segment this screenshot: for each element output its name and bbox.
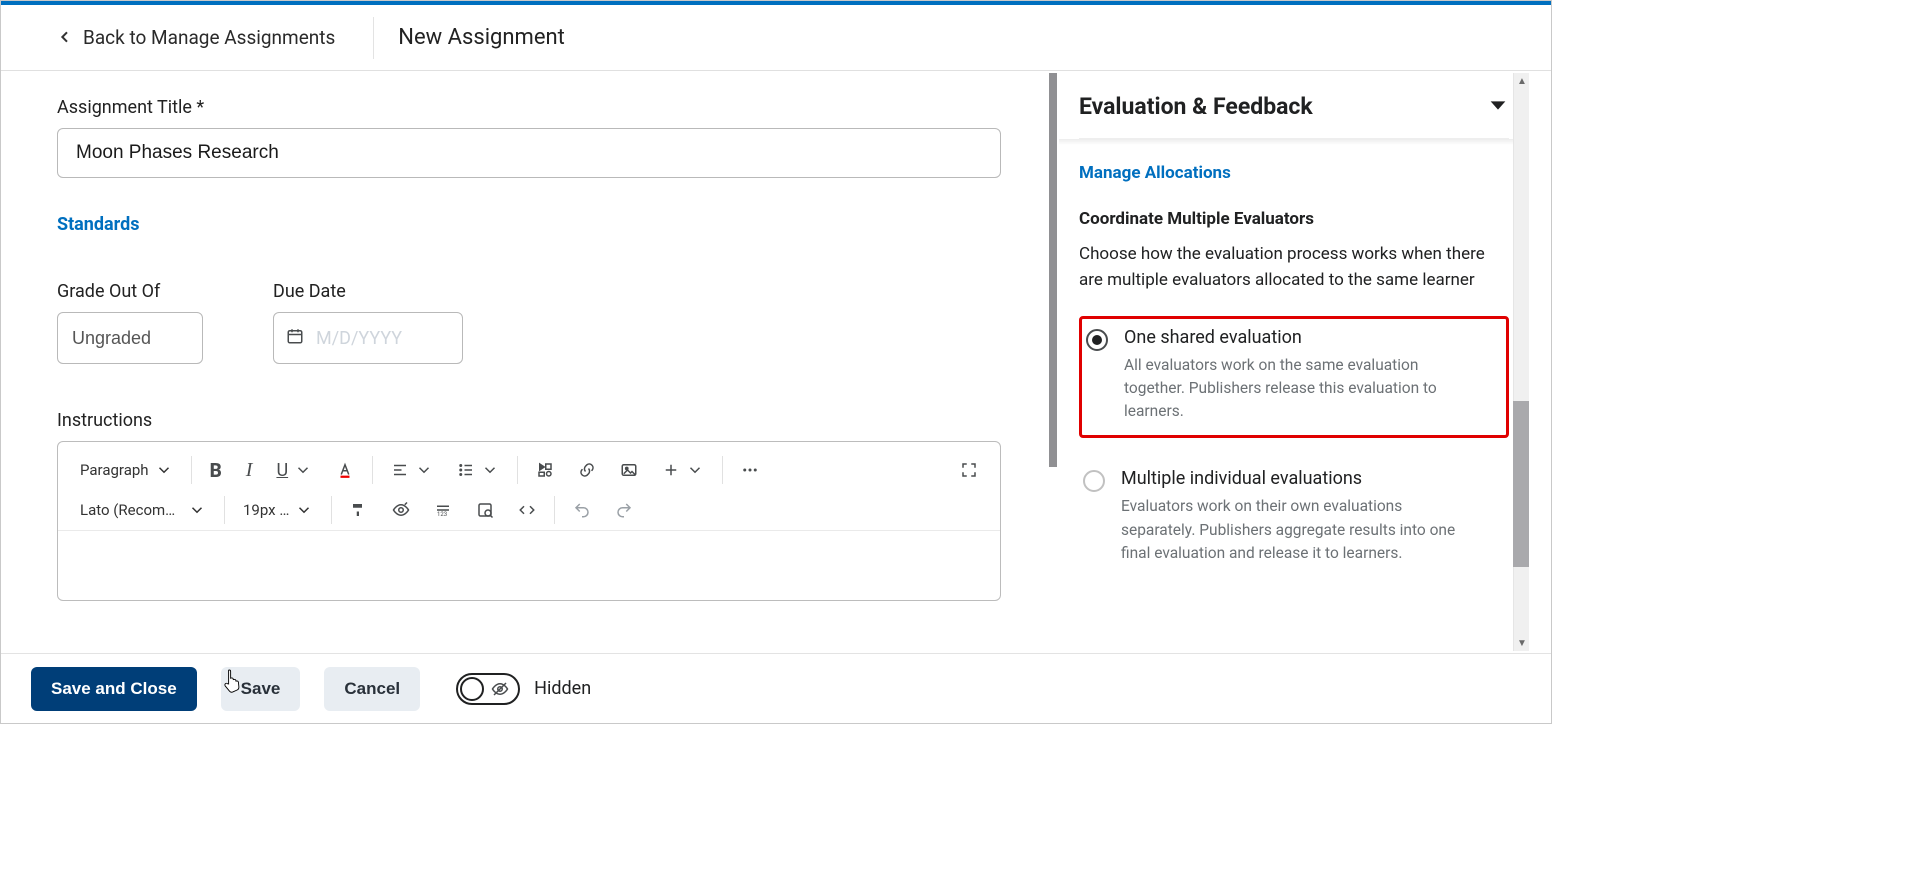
side-panel: ▲ ▼ Evaluation & Feedback Manage Allocat… [1059, 71, 1529, 653]
main-form-area: Assignment Title * Standards Grade Out O… [1, 71, 1059, 653]
rte-font-size-value: 19px … [243, 501, 289, 519]
cancel-button[interactable]: Cancel [324, 667, 420, 711]
radio-option-title: One shared evaluation [1124, 327, 1474, 348]
rte-bold-button[interactable]: B [198, 452, 234, 488]
assignment-title-label: Assignment Title * [57, 97, 1043, 118]
grade-input[interactable] [57, 312, 203, 364]
panel-title: Evaluation & Feedback [1079, 93, 1313, 120]
rte-underline-button[interactable]: U [264, 452, 324, 488]
rte-insert-more-button[interactable] [650, 452, 716, 488]
rte-list-button[interactable] [445, 452, 511, 488]
scroll-down-arrow-icon[interactable]: ▼ [1514, 635, 1530, 651]
side-scrollbar[interactable]: ▲ ▼ [1513, 73, 1529, 651]
grade-label: Grade Out Of [57, 281, 203, 302]
radio-option-title: Multiple individual evaluations [1121, 468, 1471, 489]
due-date-label: Due Date [273, 281, 463, 302]
collapse-panel-icon[interactable] [1487, 94, 1509, 120]
coordinate-heading: Coordinate Multiple Evaluators [1079, 209, 1509, 229]
toolbar-separator [517, 456, 518, 484]
toolbar-separator [191, 456, 192, 484]
radio-option-description: Evaluators work on their own evaluations… [1121, 495, 1471, 565]
page-header: Back to Manage Assignments New Assignmen… [1, 5, 1551, 71]
header-divider [373, 17, 374, 59]
rte-word-count-button[interactable]: 123 [422, 492, 464, 528]
toolbar-separator [331, 496, 332, 524]
hidden-eye-icon [491, 680, 509, 702]
rte-content-area[interactable] [58, 530, 1000, 600]
chevron-down-icon [294, 461, 312, 479]
chevron-down-icon [481, 461, 499, 479]
rte-align-button[interactable] [379, 452, 445, 488]
chevron-down-icon [155, 461, 173, 479]
save-and-close-button[interactable]: Save and Close [31, 667, 197, 711]
back-link[interactable]: Back to Manage Assignments [1, 5, 363, 70]
page-title: New Assignment [384, 25, 565, 50]
coordinate-description: Choose how the evaluation process works … [1079, 241, 1489, 294]
rte-redo-button[interactable] [603, 492, 645, 528]
main-scrollbar-thumb[interactable] [1049, 73, 1057, 467]
scroll-up-arrow-icon[interactable]: ▲ [1514, 73, 1530, 89]
rte-undo-button[interactable] [561, 492, 603, 528]
visibility-label: Hidden [534, 678, 591, 699]
toolbar-separator [554, 496, 555, 524]
save-button[interactable]: Save [221, 667, 301, 711]
chevron-down-icon [188, 501, 206, 519]
evaluation-mode-radio-group: One shared evaluation All evaluators wor… [1079, 316, 1509, 578]
rte-font-color-button[interactable] [324, 452, 366, 488]
chevron-down-icon [295, 501, 313, 519]
side-scrollbar-thumb[interactable] [1513, 401, 1529, 567]
radio-button-icon [1083, 470, 1105, 492]
radio-button-icon [1086, 329, 1108, 351]
toolbar-separator [224, 496, 225, 524]
rte-insert-stuff-button[interactable] [524, 452, 566, 488]
rte-fullscreen-button[interactable] [948, 452, 990, 488]
save-and-close-label: Save and Close [51, 679, 177, 698]
calendar-icon [286, 327, 304, 349]
rte-more-actions-button[interactable] [729, 452, 771, 488]
rte-font-family-value: Lato (Recom… [80, 501, 175, 519]
rte-block-format-dropdown[interactable]: Paragraph [68, 452, 185, 488]
due-date-input[interactable]: M/D/YYYY [273, 312, 463, 364]
instructions-label: Instructions [57, 410, 1043, 431]
back-link-label: Back to Manage Assignments [83, 26, 335, 49]
chevron-left-icon [57, 23, 73, 51]
toolbar-separator [722, 456, 723, 484]
standards-link[interactable]: Standards [57, 214, 139, 235]
toolbar-separator [372, 456, 373, 484]
footer-action-bar: Save and Close Save Cancel Hidden [1, 653, 1551, 723]
svg-text:123: 123 [437, 511, 447, 518]
main-scrollbar[interactable] [1049, 73, 1057, 467]
rte-image-button[interactable] [608, 452, 650, 488]
rte-toolbar: Paragraph B I U [58, 442, 1000, 530]
rte-block-format-value: Paragraph [80, 461, 149, 479]
rte-font-size-dropdown[interactable]: 19px … [231, 492, 325, 528]
chevron-down-icon [415, 461, 433, 479]
rte-font-family-dropdown[interactable]: Lato (Recom… [68, 492, 218, 528]
panel-shadow [1059, 139, 1529, 145]
rte-link-button[interactable] [566, 452, 608, 488]
manage-allocations-link[interactable]: Manage Allocations [1079, 163, 1231, 183]
radio-multiple-individual-evaluations[interactable]: Multiple individual evaluations Evaluato… [1079, 460, 1509, 577]
radio-option-description: All evaluators work on the same evaluati… [1124, 354, 1474, 424]
rte-format-painter-button[interactable] [338, 492, 380, 528]
chevron-down-icon [686, 461, 704, 479]
rte-source-code-button[interactable] [506, 492, 548, 528]
panel-header[interactable]: Evaluation & Feedback [1079, 93, 1509, 139]
radio-one-shared-evaluation[interactable]: One shared evaluation All evaluators wor… [1079, 316, 1509, 439]
due-date-placeholder: M/D/YYYY [316, 328, 402, 349]
rte-preview-button[interactable] [464, 492, 506, 528]
rich-text-editor: Paragraph B I U [57, 441, 1001, 601]
visibility-toggle[interactable] [456, 673, 520, 705]
toggle-knob [460, 677, 484, 701]
assignment-title-input[interactable] [57, 128, 1001, 178]
rte-accessibility-checker-button[interactable] [380, 492, 422, 528]
rte-italic-button[interactable]: I [234, 452, 265, 488]
